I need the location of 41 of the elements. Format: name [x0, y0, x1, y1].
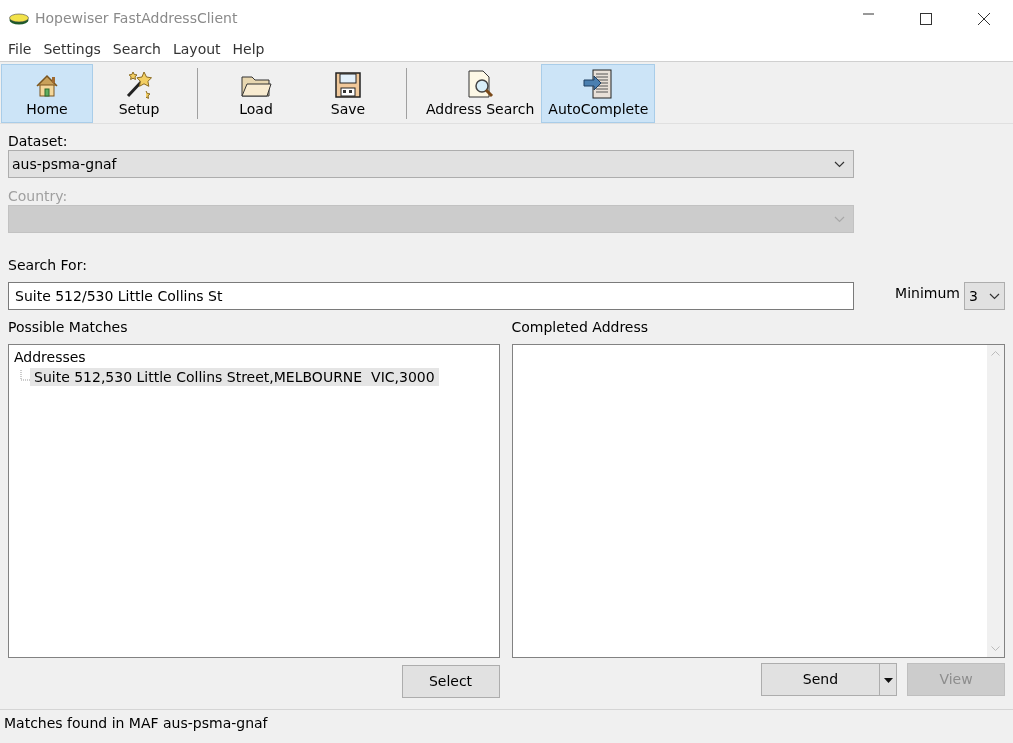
scroll-up-icon[interactable]	[991, 350, 1000, 356]
field-label: Minimum	[895, 284, 960, 302]
minimum-dropdown[interactable]: 3	[964, 282, 1005, 310]
tree-item[interactable]: Addresses	[14, 348, 494, 366]
toolbar-button[interactable]: AutoComplete	[541, 64, 656, 123]
scrollbar[interactable]	[987, 345, 1004, 657]
app-logo-icon	[9, 12, 29, 25]
window-title: Hopewiser FastAddressClient	[35, 9, 238, 28]
toolbar-button[interactable]: Address Search	[419, 64, 542, 123]
close-icon[interactable]	[978, 12, 990, 25]
tree-line-icon	[20, 370, 30, 384]
panel-label: Possible Matches	[8, 318, 129, 336]
field-label: Country:	[8, 187, 69, 205]
menu-item[interactable]: Help	[226, 38, 271, 60]
menu-item[interactable]: Search	[106, 38, 167, 60]
send-button[interactable]: Send	[761, 663, 880, 696]
minimize-icon[interactable]	[862, 12, 874, 15]
toolbar-button[interactable]: Home	[1, 64, 93, 123]
maximize-icon[interactable]	[920, 12, 932, 25]
scroll-down-icon[interactable]	[991, 646, 1000, 652]
menu-item[interactable]: Settings	[37, 38, 107, 60]
dropdown[interactable]: aus-psma-gnaf	[8, 150, 854, 178]
search-field[interactable]: Suite 512/530 Little Collins St	[8, 282, 854, 310]
send-menu-button[interactable]	[880, 663, 897, 696]
tree-item[interactable]: Suite 512,530 Little Collins Street,MELBOURNE VIC,3000	[30, 368, 439, 386]
arrow-into-document-icon	[582, 69, 615, 99]
toolbar-button[interactable]: Load	[210, 64, 302, 123]
menu-item[interactable]: File	[2, 38, 38, 60]
folder-icon	[240, 73, 272, 99]
house-icon	[34, 73, 60, 99]
toolbar-button[interactable]: Setup	[93, 64, 185, 123]
toolbar-button[interactable]: Save	[302, 64, 394, 123]
completed-address-field[interactable]	[511, 344, 1005, 658]
field-label: Dataset:	[8, 132, 69, 150]
status-text: Matches found in MAF aus-psma-gnaf	[4, 714, 268, 733]
dropdown-arrow-icon	[883, 677, 893, 683]
panel-label: Completed Address	[511, 318, 650, 336]
magic-wand-icon	[124, 69, 154, 99]
menu-item[interactable]: Layout	[166, 38, 227, 60]
select-button[interactable]: Select	[401, 665, 500, 698]
field-label: Search For:	[8, 256, 88, 274]
